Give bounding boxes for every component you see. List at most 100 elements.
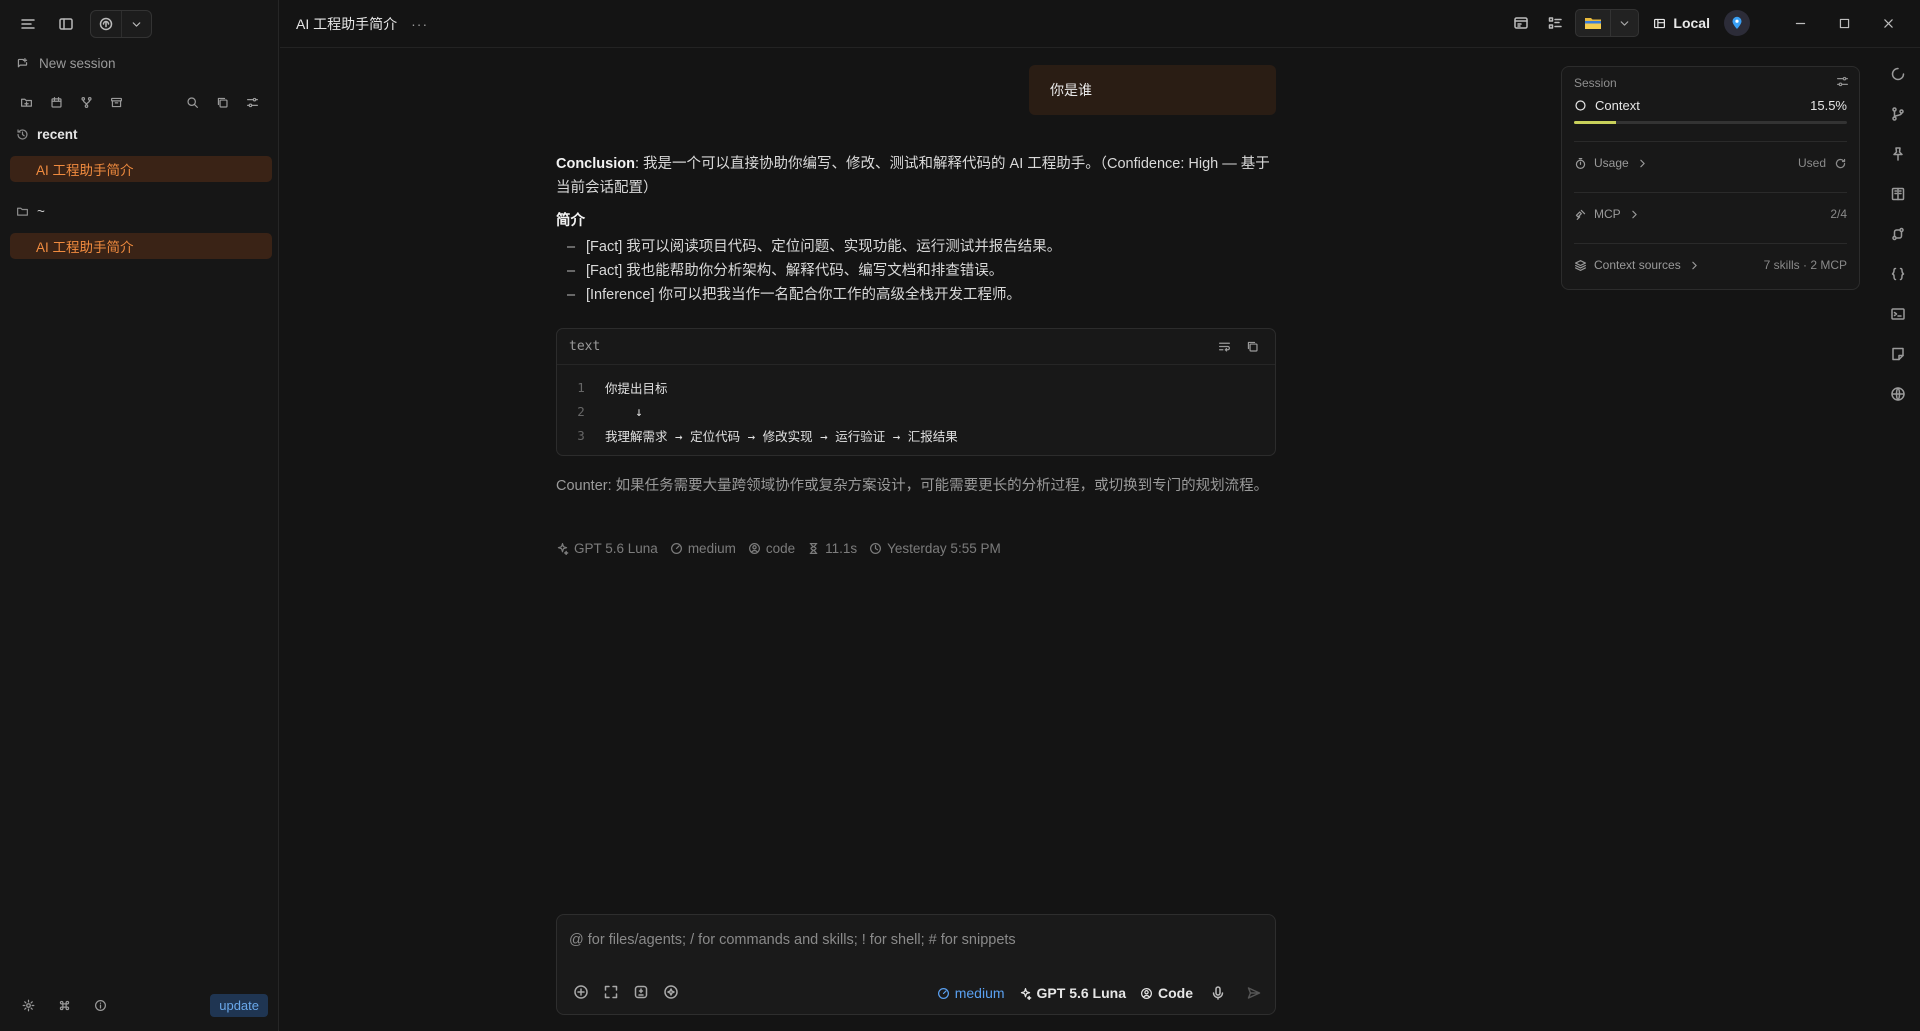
copy-icon[interactable] xyxy=(1241,336,1263,358)
git-branch-icon[interactable] xyxy=(1884,100,1912,128)
info-icon[interactable] xyxy=(86,991,114,1019)
page-title: AI 工程助手简介 xyxy=(296,16,398,32)
sidebar: New session recent AI 工程助手简介 ~ AI 工程助手简介… xyxy=(0,0,279,1031)
home-folder-label: ~ xyxy=(37,204,45,219)
enhance-prompt-icon[interactable] xyxy=(659,980,683,1004)
effort-selector[interactable]: medium xyxy=(937,985,1005,1001)
book-icon[interactable] xyxy=(1884,180,1912,208)
new-folder-icon[interactable] xyxy=(12,88,40,116)
fullscreen-icon[interactable] xyxy=(599,980,623,1004)
checklist-icon[interactable] xyxy=(1541,9,1569,37)
sidebar-top-toolbar xyxy=(14,10,152,38)
code-block: text 1 你提出目标 2 ↓ 3 我理解需求 → 定位代码 → 修改实现 → 运… xyxy=(556,328,1276,456)
globe-icon[interactable] xyxy=(1884,380,1912,408)
location-pin-icon[interactable] xyxy=(1724,10,1750,36)
sidebar-session-recent[interactable]: AI 工程助手简介 xyxy=(10,156,272,182)
update-button[interactable]: update xyxy=(210,993,268,1017)
code-block-body: 1 你提出目标 2 ↓ 3 我理解需求 → 定位代码 → 修改实现 → 运行验证 →… xyxy=(557,365,1275,447)
maximize-icon[interactable] xyxy=(1822,9,1866,37)
model-selector[interactable]: GPT 5.6 Luna xyxy=(1019,985,1126,1001)
pin-icon[interactable] xyxy=(1884,140,1912,168)
agent-mode-switch[interactable] xyxy=(90,10,152,38)
microphone-icon[interactable] xyxy=(1207,982,1229,1004)
environment-local-button[interactable]: Local xyxy=(1645,15,1718,31)
meta-model: GPT 5.6 Luna xyxy=(556,541,658,556)
menu-icon[interactable] xyxy=(14,10,42,38)
settings-gear-icon[interactable] xyxy=(14,991,42,1019)
usage-row[interactable]: Usage Used xyxy=(1574,156,1847,170)
branch-icon[interactable] xyxy=(72,88,100,116)
send-icon[interactable] xyxy=(1243,982,1265,1004)
sidebar-bottom-bar: update xyxy=(14,991,268,1019)
context-progress-fill xyxy=(1574,121,1617,124)
divider xyxy=(1574,243,1847,244)
toggle-sidebar-icon[interactable] xyxy=(52,10,80,38)
preview-panel-icon[interactable] xyxy=(1507,9,1535,37)
session-panel-header: Session xyxy=(1574,76,1617,90)
chevron-down-icon[interactable] xyxy=(1610,10,1638,36)
top-bar-actions: Local xyxy=(1507,9,1910,37)
line-number: 2 xyxy=(577,403,585,419)
meta-model-label: GPT 5.6 Luna xyxy=(574,541,658,556)
note-icon[interactable] xyxy=(1884,340,1912,368)
code-block-header: text xyxy=(557,329,1275,365)
new-session-label: New session xyxy=(39,56,116,71)
list-item: [Inference] 你可以把我当作一名配合你工作的高级全栈开发工程师。 xyxy=(556,283,1276,307)
user-message-bubble: 你是谁 xyxy=(1029,65,1276,115)
shield-icon[interactable] xyxy=(629,980,653,1004)
terminal-icon[interactable] xyxy=(1884,300,1912,328)
sidebar-session-home[interactable]: AI 工程助手简介 xyxy=(10,233,272,259)
model-label: GPT 5.6 Luna xyxy=(1036,985,1126,1001)
mode-label: Code xyxy=(1158,985,1193,1001)
minimize-icon[interactable] xyxy=(1778,9,1822,37)
chevron-down-icon[interactable] xyxy=(121,11,151,37)
loading-ring-icon[interactable] xyxy=(1884,60,1912,88)
prompt-input[interactable] xyxy=(569,927,1259,953)
conclusion-label: Conclusion xyxy=(556,156,635,172)
close-icon[interactable] xyxy=(1866,9,1910,37)
command-icon[interactable] xyxy=(50,991,78,1019)
mcp-row[interactable]: MCP 2/4 xyxy=(1574,207,1847,221)
clock-icon xyxy=(870,543,882,554)
mode-selector[interactable]: Code xyxy=(1140,985,1193,1001)
panel-settings-icon[interactable] xyxy=(1836,75,1849,88)
archive-icon[interactable] xyxy=(102,88,130,116)
chevron-right-icon xyxy=(1691,261,1697,269)
hourglass-icon xyxy=(809,543,818,554)
list-item: [Fact] 我也能帮助你分析架构、解释代码、编写文档和排查错误。 xyxy=(556,259,1276,283)
workspace-folder-select[interactable] xyxy=(1575,9,1640,37)
new-session-button[interactable]: New session xyxy=(16,56,116,71)
code-line: 1 你提出目标 xyxy=(557,375,1275,399)
json-braces-icon[interactable] xyxy=(1884,260,1912,288)
more-options-icon[interactable]: ··· xyxy=(411,16,428,32)
answer-conclusion: Conclusion: 我是一个可以直接协助你编写、修改、测试和解释代码的 AI… xyxy=(556,152,1276,200)
sparkle-icon xyxy=(557,543,569,555)
copy-session-icon[interactable] xyxy=(208,88,236,116)
answer-counter-note: Counter: 如果任务需要大量跨领域协作或复杂方案设计，可能需要更长的分析过… xyxy=(556,478,1269,494)
wrap-lines-icon[interactable] xyxy=(1213,336,1235,358)
code-text: 你提出目标 xyxy=(605,380,668,396)
chevron-right-icon xyxy=(1639,159,1645,167)
filter-icon[interactable] xyxy=(238,88,266,116)
mcp-value: 2/4 xyxy=(1830,207,1847,221)
context-ring-icon xyxy=(1575,100,1586,111)
recent-section-header[interactable]: recent xyxy=(16,127,78,142)
home-folder-header[interactable]: ~ xyxy=(16,204,45,219)
agent-logo-icon[interactable] xyxy=(91,11,121,37)
folder-emoji-icon xyxy=(1576,10,1610,36)
timer-icon xyxy=(1575,157,1586,169)
refresh-icon[interactable] xyxy=(1834,157,1847,170)
diff-icon[interactable] xyxy=(1884,220,1912,248)
session-title-area: AI 工程助手简介 ··· xyxy=(296,14,428,34)
mcp-plug-icon xyxy=(1575,209,1586,220)
right-tool-rail xyxy=(1876,60,1920,408)
context-sources-row[interactable]: Context sources 7 skills · 2 MCP xyxy=(1574,258,1847,272)
code-text: ↓ xyxy=(605,403,643,419)
code-text: 我理解需求 → 定位代码 → 修改实现 → 运行验证 → 汇报结果 xyxy=(605,428,958,444)
add-attachment-icon[interactable] xyxy=(569,980,593,1004)
conclusion-text: : 我是一个可以直接协助你编写、修改、测试和解释代码的 AI 工程助手。（Con… xyxy=(556,156,1270,196)
calendar-icon[interactable] xyxy=(42,88,70,116)
gauge-icon xyxy=(937,987,949,999)
search-icon[interactable] xyxy=(178,88,206,116)
assistant-answer: Conclusion: 我是一个可以直接协助你编写、修改、测试和解释代码的 AI… xyxy=(556,152,1276,307)
